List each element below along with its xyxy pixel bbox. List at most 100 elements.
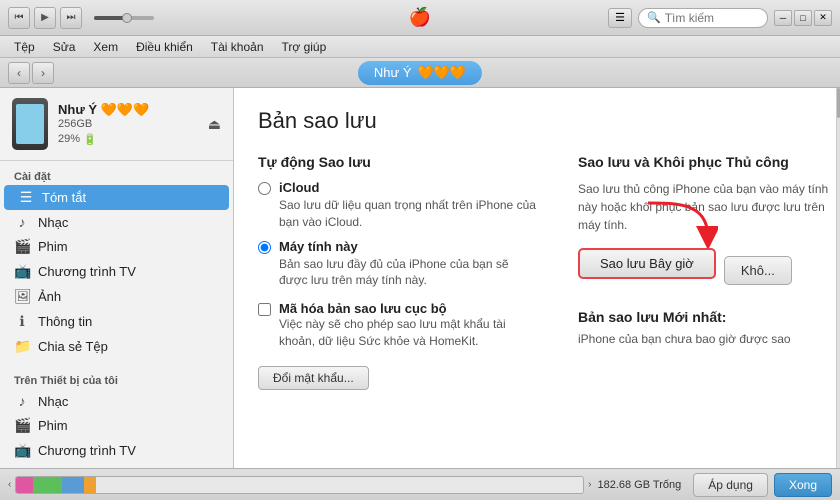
volume-slider[interactable] bbox=[94, 16, 154, 20]
device-tv-icon: 📺 bbox=[14, 442, 30, 459]
maximize-button[interactable]: □ bbox=[794, 10, 812, 26]
playback-controls: ⏮ ▶ ⏭ bbox=[8, 7, 154, 29]
device-header: Như Ý 🧡🧡🧡 bbox=[358, 61, 482, 85]
icloud-desc: Sao lưu dữ liệu quan trọng nhất trên iPh… bbox=[279, 197, 538, 231]
sidebar-device-tv[interactable]: 📺 Chương trình TV bbox=[0, 438, 233, 463]
sidebar-device-nhac[interactable]: ♪ Nhạc bbox=[0, 389, 233, 413]
encrypt-checkbox[interactable] bbox=[258, 303, 271, 316]
menu-bar: Tệp Sửa Xem Điều khiển Tài khoản Trợ giú… bbox=[0, 36, 840, 58]
sidebar-device-sach[interactable]: 📖 Sách bbox=[0, 463, 233, 468]
backup-left: Tự động Sao lưu iCloud Sao lưu dữ liệu q… bbox=[258, 154, 538, 390]
seg-green bbox=[33, 477, 61, 493]
sidebar-item-tomtat[interactable]: ☰ Tóm tắt bbox=[4, 185, 229, 210]
sidebar-item-anh[interactable]: 🖼 Ảnh bbox=[0, 284, 233, 309]
device-icon bbox=[12, 98, 48, 150]
manual-backup-heading: Sao lưu và Khôi phục Thủ công bbox=[578, 154, 836, 170]
forward-button[interactable]: › bbox=[32, 62, 54, 84]
computer-radio[interactable] bbox=[258, 241, 271, 254]
backup-options: iCloud Sao lưu dữ liệu quan trọng nhất t… bbox=[258, 180, 538, 289]
anh-icon: 🖼 bbox=[14, 288, 30, 305]
seg-free bbox=[96, 477, 583, 493]
menu-view[interactable]: Xem bbox=[85, 38, 126, 56]
icloud-content: iCloud Sao lưu dữ liệu quan trọng nhất t… bbox=[279, 180, 538, 231]
backup-now-container: Sao lưu Bây giờ Khô... bbox=[578, 248, 792, 293]
nav-bar: ‹ › Như Ý 🧡🧡🧡 bbox=[0, 58, 840, 88]
tomtat-icon: ☰ bbox=[18, 189, 34, 206]
computer-option: Máy tính này Bản sao lưu đầy đủ của iPho… bbox=[258, 239, 538, 290]
menu-controls[interactable]: Điều khiển bbox=[128, 38, 201, 56]
seg-pink bbox=[16, 477, 33, 493]
device-phim-icon: 🎬 bbox=[14, 417, 30, 434]
backup-right: Sao lưu và Khôi phục Thủ công Sao lưu th… bbox=[578, 154, 836, 390]
apply-button[interactable]: Áp dụng bbox=[693, 473, 768, 497]
device-emojis-label: 🧡🧡🧡 bbox=[418, 65, 467, 81]
scroll-right-arrow[interactable]: › bbox=[588, 479, 591, 490]
restore-button[interactable]: Khô... bbox=[724, 256, 792, 285]
sidebar-item-tomtat-label: Tóm tắt bbox=[42, 190, 86, 205]
change-password-button[interactable]: Đổi mật khẩu... bbox=[258, 366, 369, 390]
info-icon: ℹ bbox=[14, 313, 30, 330]
latest-backup-text: iPhone của bạn chưa bao giờ được sao bbox=[578, 331, 836, 348]
window-controls: ─ □ ✕ bbox=[774, 10, 832, 26]
sidebar-item-thongtin-label: Thông tin bbox=[38, 314, 92, 329]
section-title-device: Trên Thiết bị của tôi bbox=[0, 371, 233, 389]
scrollbar[interactable] bbox=[836, 88, 840, 468]
device-name-label: Như Ý bbox=[374, 65, 412, 80]
list-view-button[interactable]: ☰ bbox=[608, 8, 632, 28]
sidebar-item-chuongtrinhtv[interactable]: 📺 Chương trình TV bbox=[0, 259, 233, 284]
sidebar-item-phim[interactable]: 🎬 Phim bbox=[0, 234, 233, 259]
device-storage-label: 256GB bbox=[58, 118, 198, 130]
scroll-left-arrow[interactable]: ‹ bbox=[8, 479, 11, 490]
latest-backup-section: Bản sao lưu Mới nhất: iPhone của bạn chư… bbox=[578, 309, 836, 348]
menu-file[interactable]: Tệp bbox=[6, 38, 43, 56]
title-bar: ⏮ ▶ ⏭ 🍎 ☰ 🔍 ─ □ ✕ bbox=[0, 0, 840, 36]
search-icon: 🔍 bbox=[647, 11, 661, 24]
menu-account[interactable]: Tài khoản bbox=[203, 38, 272, 56]
sidebar-device-tv-label: Chương trình TV bbox=[38, 443, 136, 458]
rewind-button[interactable]: ⏮ bbox=[8, 7, 30, 29]
sidebar-device-phim-label: Phim bbox=[38, 418, 68, 433]
device-info: Như Ý 🧡🧡🧡 256GB 29% 🔋 ⏏ bbox=[0, 88, 233, 161]
main-layout: Như Ý 🧡🧡🧡 256GB 29% 🔋 ⏏ Cài đặt ☰ Tóm tắ… bbox=[0, 88, 840, 468]
sidebar-item-nhac[interactable]: ♪ Nhạc bbox=[0, 210, 233, 234]
sidebar-section-settings: Cài đặt ☰ Tóm tắt ♪ Nhạc 🎬 Phim 📺 Chương… bbox=[0, 161, 233, 365]
search-input[interactable] bbox=[665, 11, 759, 25]
device-sach-icon: 📖 bbox=[14, 467, 30, 468]
tv-icon: 📺 bbox=[14, 263, 30, 280]
nhac-icon: ♪ bbox=[14, 214, 30, 230]
device-name-emojis: 🧡🧡🧡 bbox=[101, 102, 150, 117]
eject-button[interactable]: ⏏ bbox=[208, 116, 221, 133]
device-details: Như Ý 🧡🧡🧡 256GB 29% 🔋 bbox=[58, 102, 198, 146]
sidebar-item-nhac-label: Nhạc bbox=[38, 215, 68, 230]
content-title: Bản sao lưu bbox=[258, 108, 812, 134]
title-bar-right: ☰ 🔍 ─ □ ✕ bbox=[608, 8, 832, 28]
sidebar-device-phim[interactable]: 🎬 Phim bbox=[0, 413, 233, 438]
sidebar-section-device: Trên Thiết bị của tôi ♪ Nhạc 🎬 Phim 📺 Ch… bbox=[0, 365, 233, 468]
computer-label: Máy tính này bbox=[279, 239, 538, 254]
sidebar-item-chiasetep[interactable]: 📁 Chia sẻ Tệp bbox=[0, 334, 233, 359]
menu-edit[interactable]: Sửa bbox=[45, 38, 84, 56]
icloud-label: iCloud bbox=[279, 180, 538, 195]
encrypt-desc: Việc này sẽ cho phép sao lưu mật khẩu tà… bbox=[279, 316, 538, 350]
done-button[interactable]: Xong bbox=[774, 473, 832, 497]
fast-forward-button[interactable]: ⏭ bbox=[60, 7, 82, 29]
device-pill[interactable]: Như Ý 🧡🧡🧡 bbox=[358, 61, 482, 85]
menu-help[interactable]: Trợ giúp bbox=[274, 38, 335, 56]
play-button[interactable]: ▶ bbox=[34, 7, 56, 29]
share-icon: 📁 bbox=[14, 338, 30, 355]
sidebar-item-thongtin[interactable]: ℹ Thông tin bbox=[0, 309, 233, 334]
computer-desc: Bản sao lưu đầy đủ của iPhone của bạn sẽ… bbox=[279, 256, 538, 290]
back-button[interactable]: ‹ bbox=[8, 62, 30, 84]
encrypt-content: Mã hóa bản sao lưu cục bộ Việc này sẽ ch… bbox=[279, 301, 538, 350]
content-area: Bản sao lưu Tự động Sao lưu iCloud Sao l… bbox=[234, 88, 836, 468]
sidebar-item-phim-label: Phim bbox=[38, 239, 68, 254]
icloud-radio[interactable] bbox=[258, 182, 271, 195]
search-box[interactable]: 🔍 bbox=[638, 8, 768, 28]
minimize-button[interactable]: ─ bbox=[774, 10, 792, 26]
close-button[interactable]: ✕ bbox=[814, 10, 832, 26]
storage-label: 182.68 GB Trống bbox=[597, 479, 681, 491]
latest-backup-title: Bản sao lưu Mới nhất: bbox=[578, 309, 836, 325]
encrypt-label: Mã hóa bản sao lưu cục bộ bbox=[279, 301, 538, 316]
phim-icon: 🎬 bbox=[14, 238, 30, 255]
backup-now-button[interactable]: Sao lưu Bây giờ bbox=[578, 248, 716, 279]
